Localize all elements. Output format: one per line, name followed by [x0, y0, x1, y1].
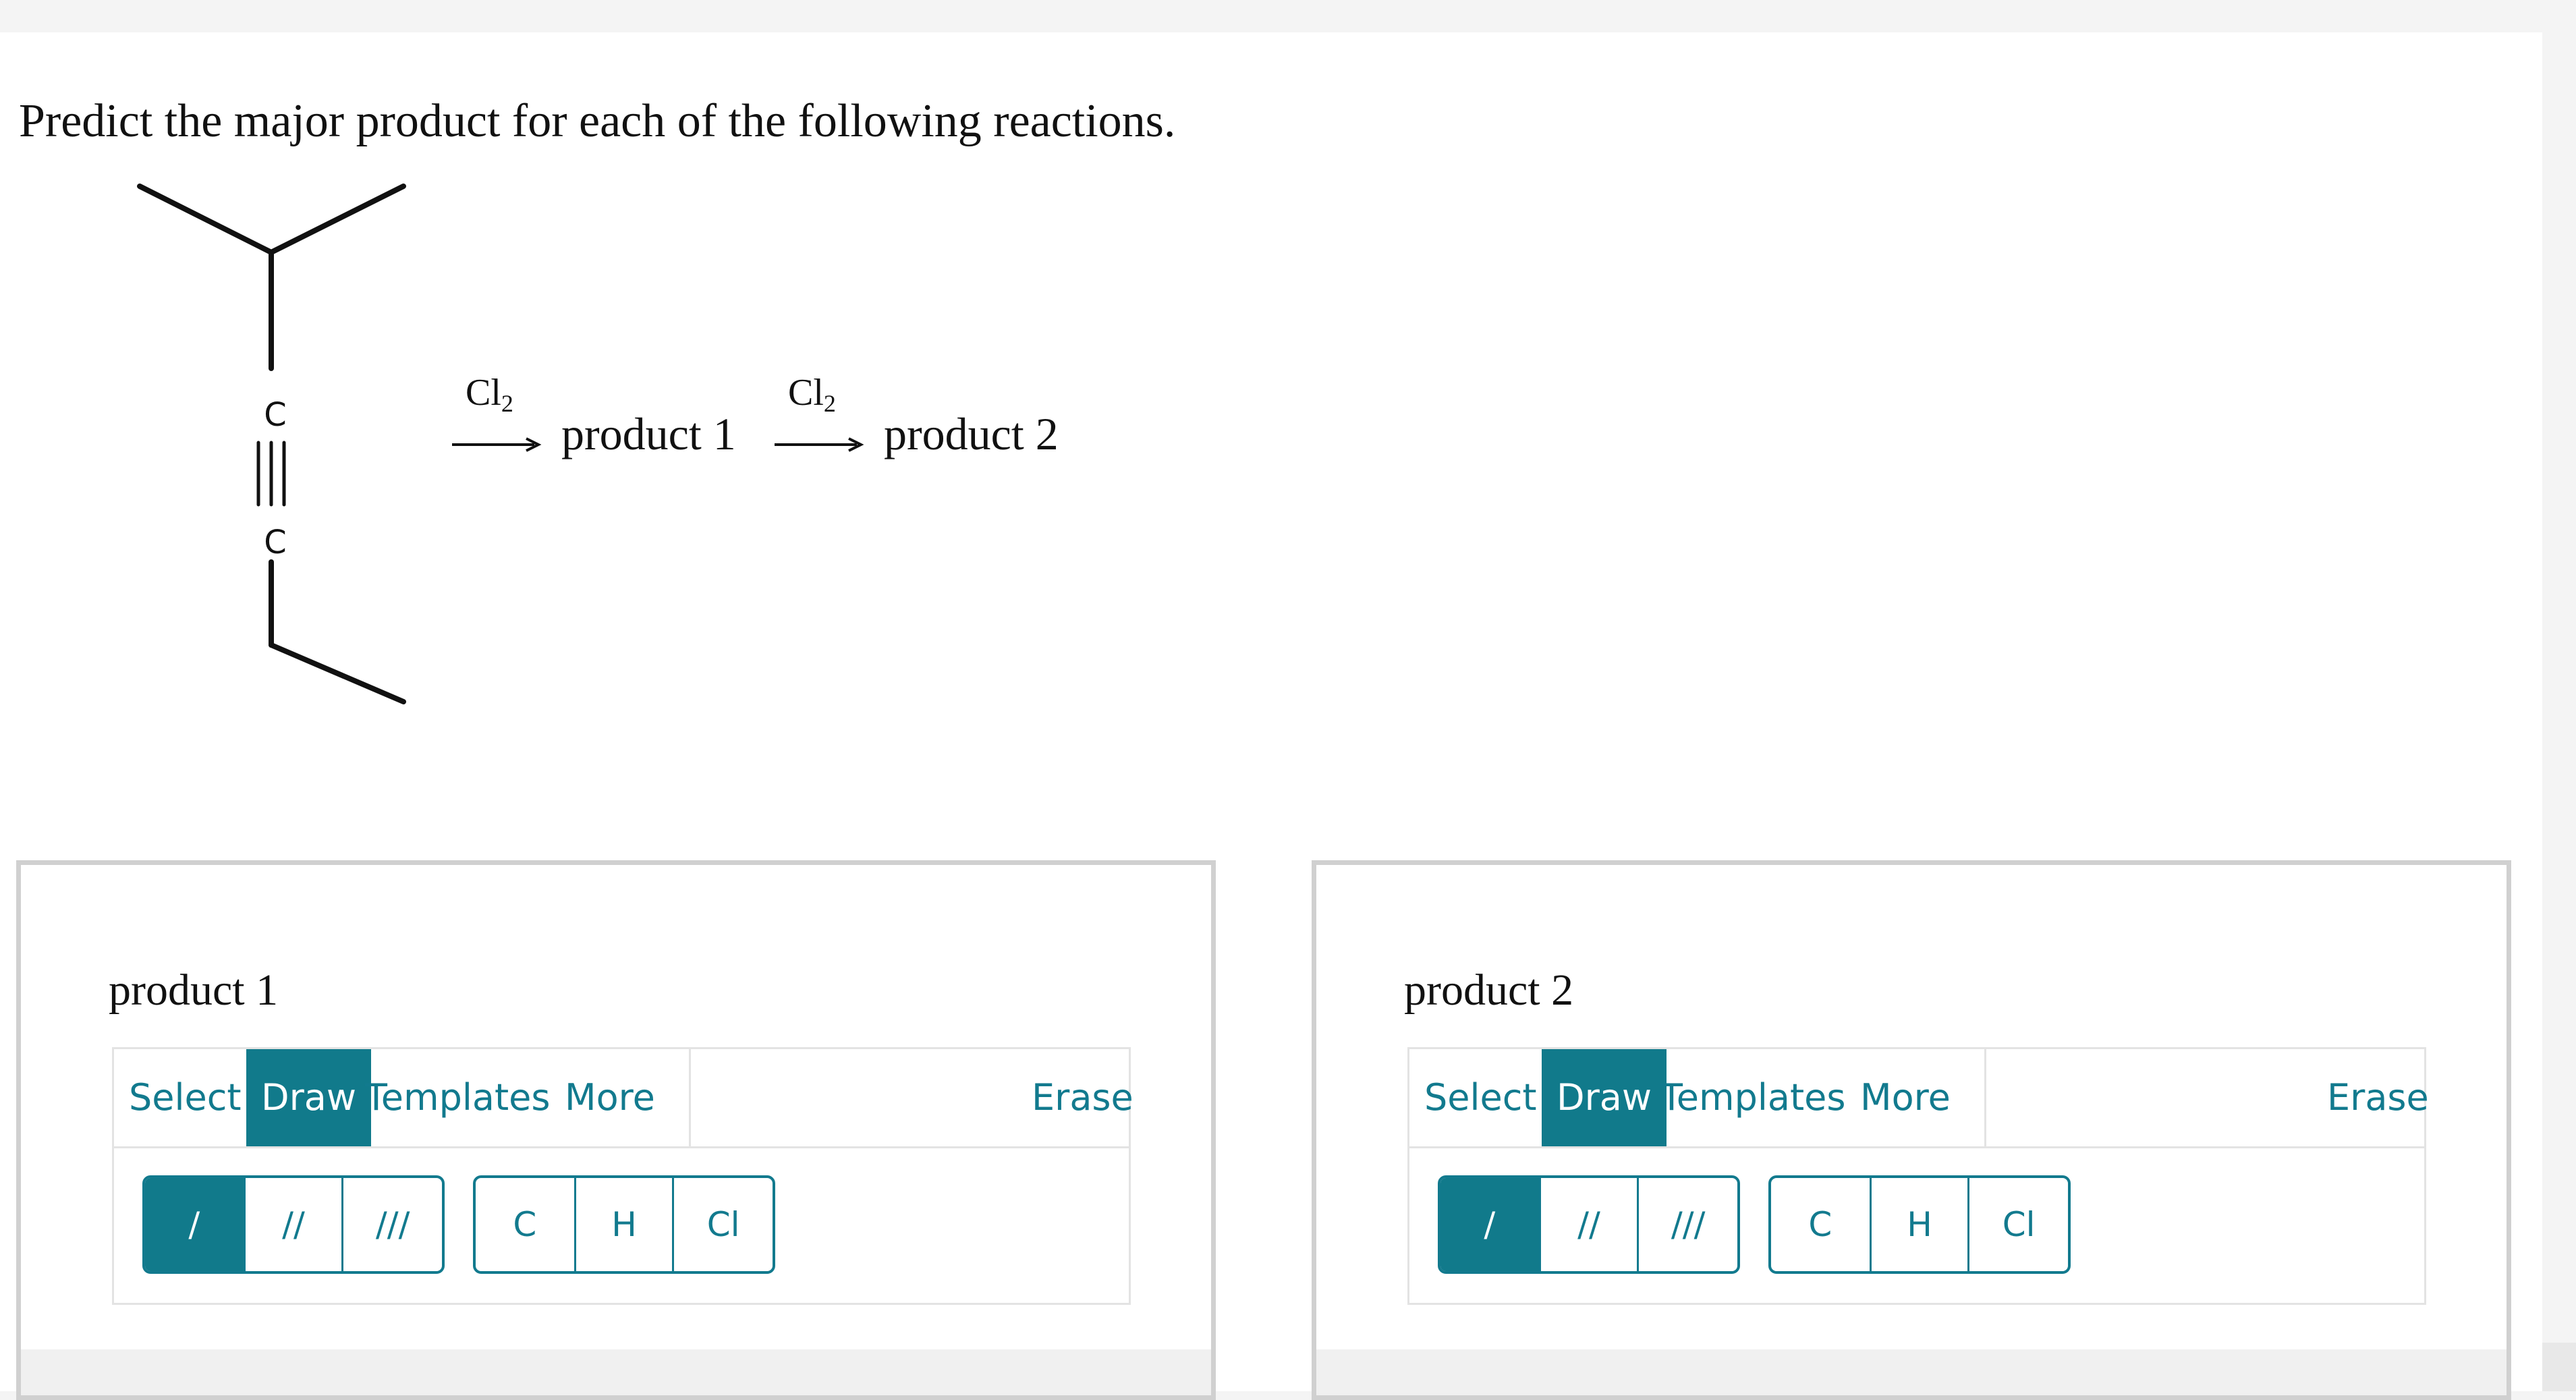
double-bond-button[interactable]: //	[1541, 1178, 1640, 1271]
select-tool-button[interactable]: Select	[114, 1049, 256, 1146]
templates-button[interactable]: Templates	[1646, 1049, 1861, 1146]
more-button[interactable]: More	[550, 1049, 670, 1146]
answer-panel-product-2: product 2 Select Draw Templates More Era…	[1312, 860, 2511, 1400]
more-button[interactable]: More	[1845, 1049, 1965, 1146]
answer-panel-product-1: product 1 Select Draw Templates More Era…	[16, 860, 1216, 1400]
chlorine-atom-button[interactable]: Cl	[1969, 1178, 2068, 1271]
panel-title: product 2	[1404, 965, 1574, 1015]
erase-button[interactable]: Erase	[2312, 1049, 2444, 1146]
arrow-2	[775, 437, 864, 452]
panel-footer	[21, 1349, 1211, 1395]
atom-button-group: C H Cl	[1768, 1175, 2071, 1274]
bond-button-group: / // ///	[142, 1175, 445, 1274]
tool-palette: / // /// C H Cl	[1407, 1148, 2426, 1305]
erase-button[interactable]: Erase	[1017, 1049, 1148, 1146]
atom-button-group: C H Cl	[473, 1175, 775, 1274]
drawing-toolbar: Select Draw Templates More Erase	[1407, 1047, 2429, 1148]
toolbar-divider	[689, 1049, 691, 1146]
alkyne-carbon-bottom: C	[264, 524, 287, 561]
bond-left-methyl	[137, 184, 274, 255]
alkyne-carbon-top: C	[264, 396, 287, 434]
templates-button[interactable]: Templates	[350, 1049, 565, 1146]
reagent-1: Cl2	[466, 372, 513, 417]
panel-title: product 1	[109, 965, 279, 1015]
double-bond-button[interactable]: //	[246, 1178, 344, 1271]
carbon-atom-button[interactable]: C	[476, 1178, 576, 1271]
bond-right-methyl	[269, 184, 406, 255]
arrow-1	[452, 437, 542, 452]
carbon-atom-button[interactable]: C	[1771, 1178, 1872, 1271]
hydrogen-atom-button[interactable]: H	[1872, 1178, 1970, 1271]
panel-footer	[1316, 1349, 2507, 1395]
page-scroll-edge	[2542, 1343, 2576, 1391]
product-2-label: product 2	[884, 408, 1059, 459]
triple-bond-button[interactable]: ///	[1639, 1178, 1737, 1271]
drawing-toolbar: Select Draw Templates More Erase	[112, 1047, 1133, 1148]
chlorine-atom-button[interactable]: Cl	[674, 1178, 773, 1271]
bond-button-group: / // ///	[1438, 1175, 1740, 1274]
hydrogen-atom-button[interactable]: H	[576, 1178, 675, 1271]
reagent-2: Cl2	[788, 372, 836, 417]
toolbar-divider	[1984, 1049, 1986, 1146]
single-bond-button[interactable]: /	[145, 1178, 246, 1271]
bond-ethyl-2	[269, 642, 406, 704]
triple-bond-button[interactable]: ///	[343, 1178, 442, 1271]
reactant-structure: C C	[137, 184, 406, 704]
select-tool-button[interactable]: Select	[1409, 1049, 1552, 1146]
tool-palette: / // /// C H Cl	[112, 1148, 1131, 1305]
product-1-label: product 1	[561, 408, 736, 459]
single-bond-button[interactable]: /	[1440, 1178, 1541, 1271]
